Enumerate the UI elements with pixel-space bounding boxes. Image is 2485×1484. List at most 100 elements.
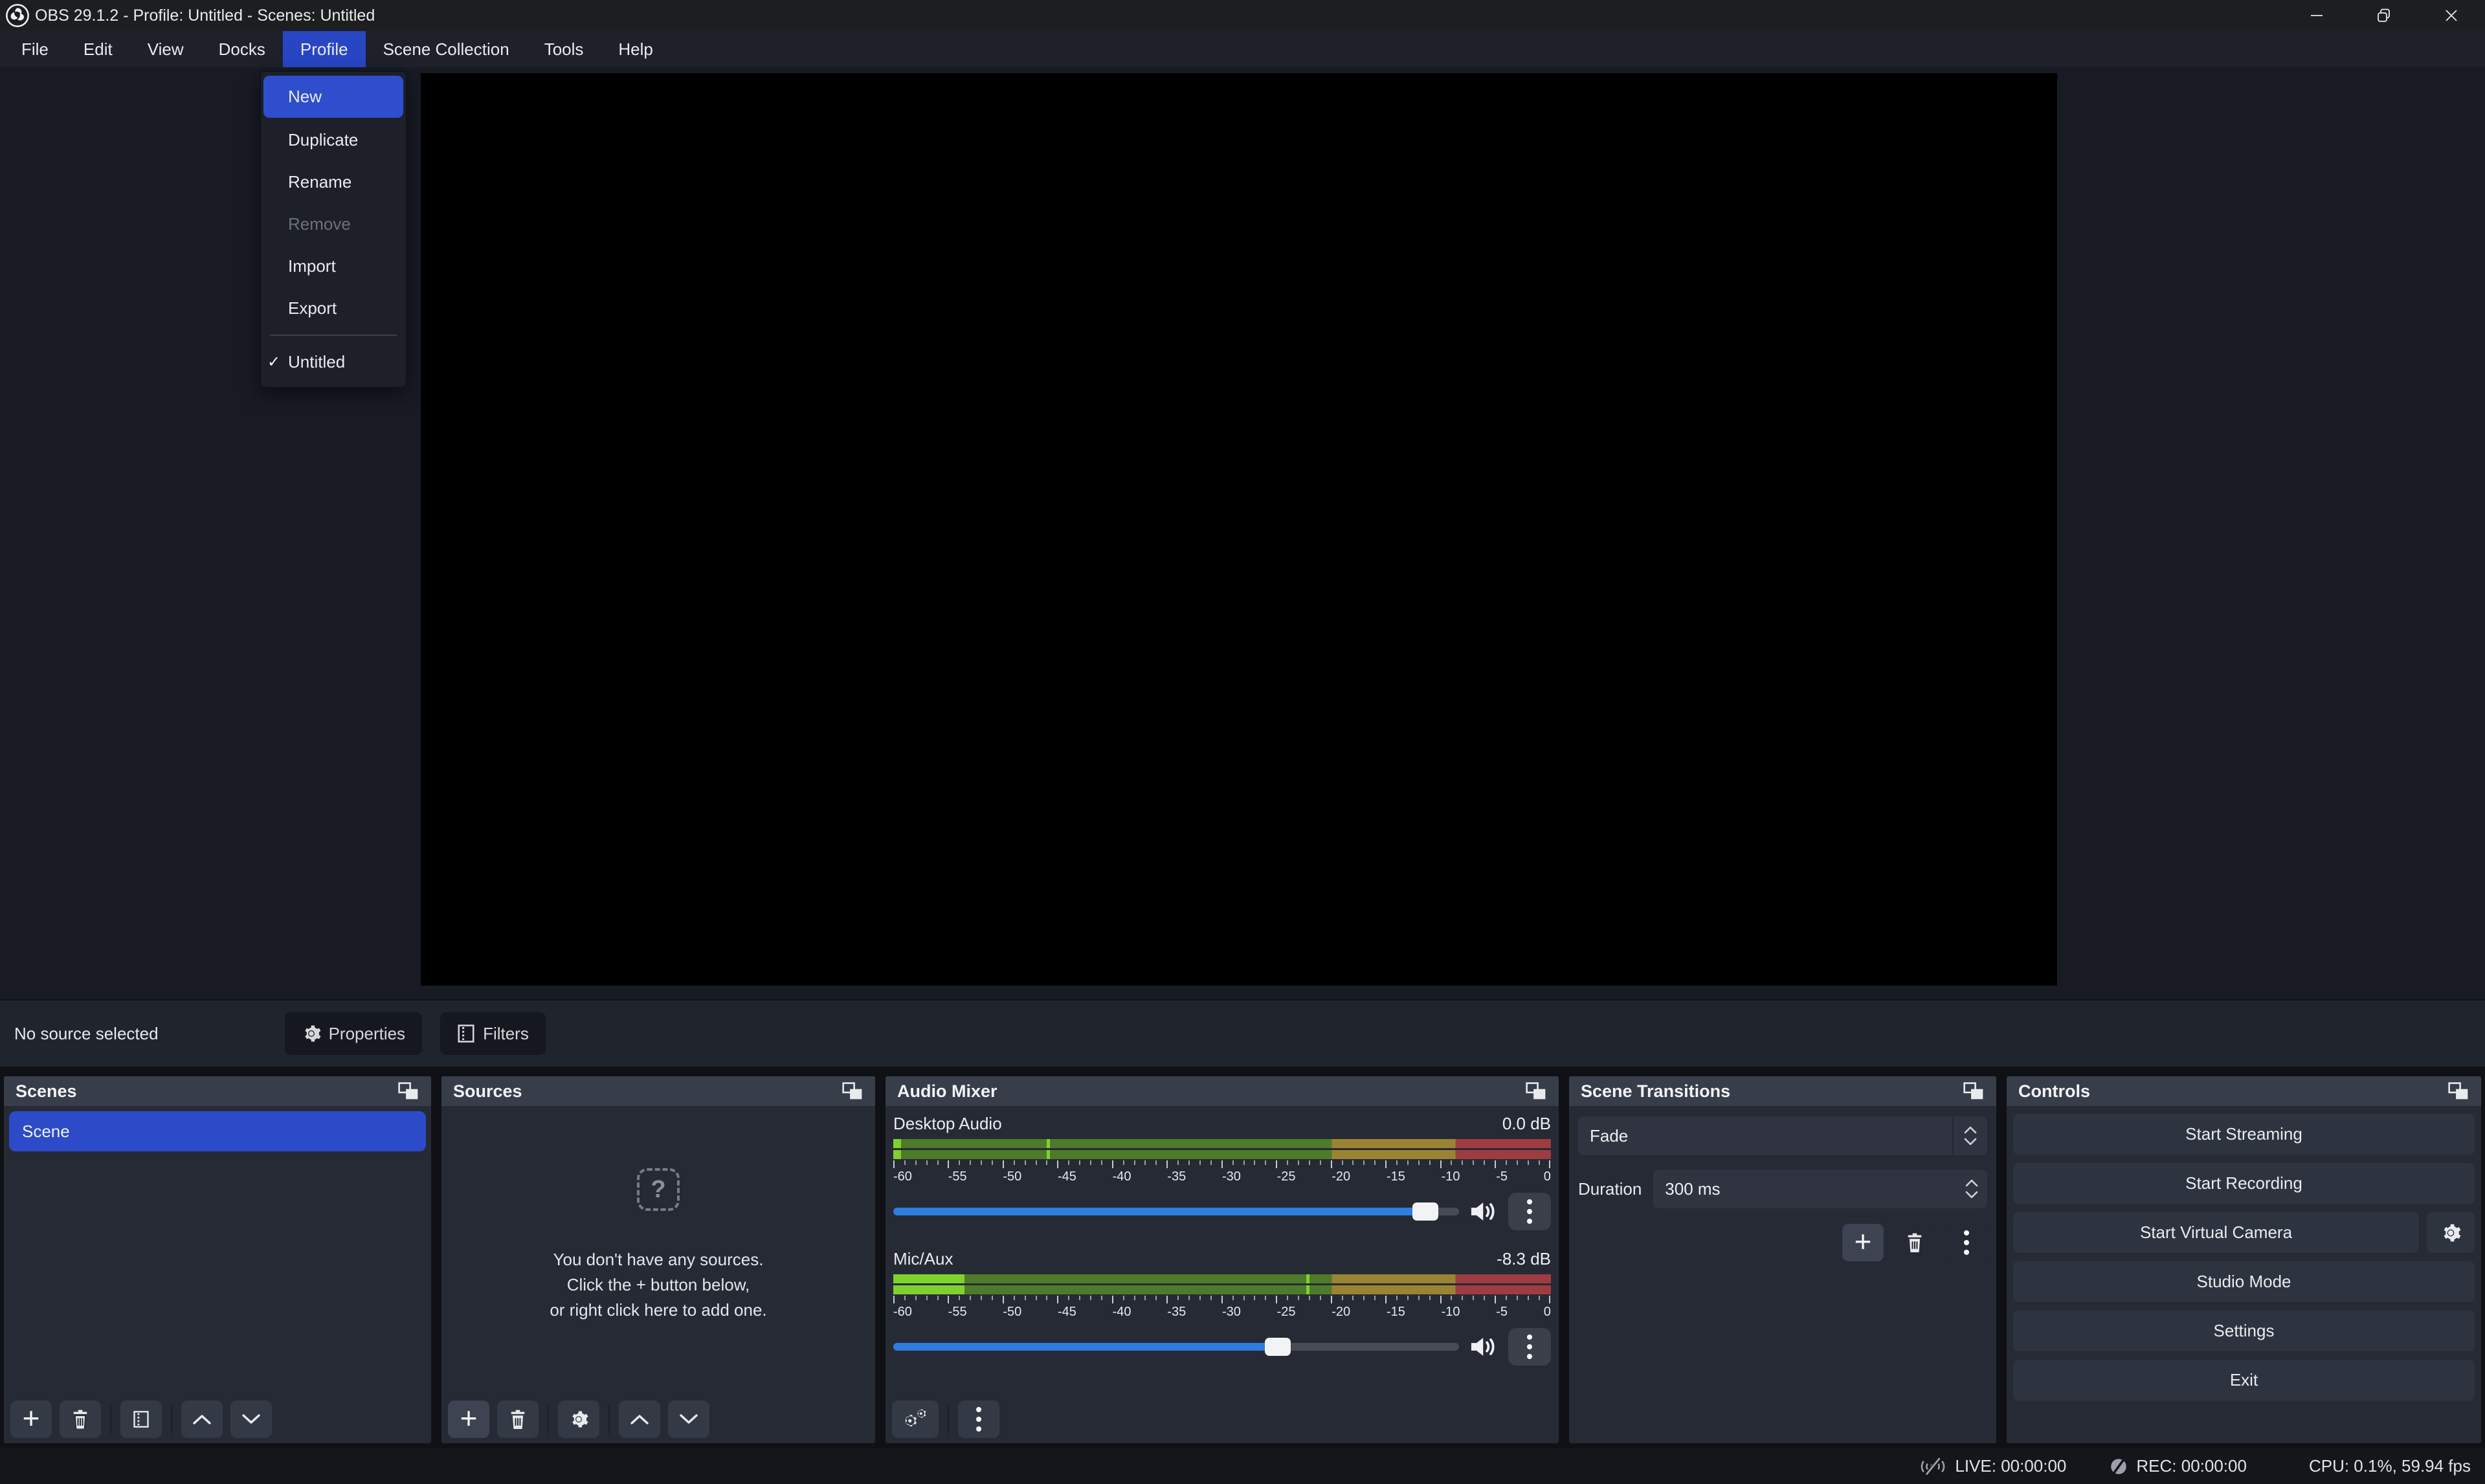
menu-edit[interactable]: Edit (66, 31, 130, 67)
cpu-stats: CPU: 0.1%, 59.94 fps (2309, 1456, 2471, 1476)
popout-icon[interactable] (2447, 1081, 2469, 1101)
advanced-audio-button[interactable] (892, 1401, 939, 1438)
rec-time: REC: 00:00:00 (2136, 1456, 2247, 1476)
filters-button[interactable]: Filters (440, 1012, 546, 1055)
tick-label: -55 (948, 1169, 967, 1184)
duration-spinbox[interactable]: 300 ms (1653, 1169, 1987, 1208)
profile-menu-import[interactable]: Import (261, 245, 406, 287)
kebab-icon (1964, 1230, 1969, 1255)
menu-view[interactable]: View (130, 31, 201, 67)
virtual-camera-config-button[interactable] (2427, 1212, 2475, 1253)
speaker-icon[interactable] (1469, 1334, 1498, 1360)
gear-icon (302, 1024, 321, 1043)
popout-icon[interactable] (397, 1081, 419, 1101)
properties-button[interactable]: Properties (285, 1012, 423, 1055)
tick-label: -25 (1277, 1169, 1296, 1184)
checkmark-icon: ✓ (267, 353, 280, 371)
volume-slider-handle[interactable] (1412, 1202, 1438, 1221)
profile-menu-rename[interactable]: Rename (261, 161, 406, 203)
status-bar: LIVE: 00:00:00 REC: 00:00:00 CPU: 0.1%, … (0, 1448, 2485, 1484)
remove-source-button[interactable] (497, 1401, 539, 1438)
window-controls (2283, 0, 2485, 31)
transition-select[interactable]: Fade (1578, 1116, 1987, 1155)
select-spinner[interactable] (1952, 1116, 1987, 1155)
start-streaming-button[interactable]: Start Streaming (2013, 1114, 2475, 1155)
obs-window: OBS 29.1.2 - Profile: Untitled - Scenes:… (0, 0, 2485, 1484)
popout-icon[interactable] (1963, 1081, 1985, 1101)
start-recording-button[interactable]: Start Recording (2013, 1163, 2475, 1204)
close-button[interactable] (2418, 0, 2485, 31)
menu-scene-collection[interactable]: Scene Collection (366, 31, 527, 67)
remove-scene-button[interactable] (60, 1401, 101, 1438)
scene-filters-button[interactable] (120, 1401, 162, 1438)
exit-button[interactable]: Exit (2013, 1360, 2475, 1401)
profile-menu-untitled-label: Untitled (288, 352, 345, 372)
popout-icon[interactable] (1525, 1081, 1547, 1101)
tick-label: -30 (1222, 1169, 1241, 1184)
scene-list-item[interactable]: Scene (9, 1111, 426, 1151)
volume-slider-handle[interactable] (1265, 1338, 1291, 1356)
meter-ticks (893, 1160, 1551, 1168)
chevron-down-icon (679, 1413, 698, 1425)
sources-panel-header: Sources (441, 1076, 875, 1106)
menu-help[interactable]: Help (601, 31, 670, 67)
add-transition-button[interactable]: + (1842, 1224, 1884, 1261)
speaker-icon[interactable] (1469, 1199, 1498, 1224)
mixer-menu-button[interactable] (958, 1401, 999, 1438)
mixer-channels: Desktop Audio 0.0 dB -60-55-50-45-40-35-… (886, 1106, 1559, 1368)
move-source-up-button[interactable] (619, 1401, 660, 1438)
menu-bar: File Edit View Docks Profile Scene Colle… (0, 31, 2485, 67)
profile-menu-untitled[interactable]: ✓ Untitled (261, 341, 406, 383)
source-properties-button[interactable] (558, 1401, 599, 1438)
gear-icon (2440, 1223, 2461, 1243)
sources-title: Sources (453, 1081, 522, 1102)
channel-db-value: 0.0 dB (1502, 1114, 1551, 1134)
popout-icon[interactable] (841, 1081, 864, 1101)
tick-label: -40 (1113, 1305, 1131, 1320)
add-scene-button[interactable]: + (10, 1401, 52, 1438)
tick-label: -10 (1442, 1169, 1460, 1184)
volume-slider[interactable] (893, 1343, 1459, 1351)
move-source-down-button[interactable] (668, 1401, 709, 1438)
mixer-channel: Mic/Aux -8.3 dB -60-55-50-45-40-35-30-25… (893, 1249, 1551, 1368)
obs-logo-icon (5, 3, 30, 28)
chevron-down-icon (1964, 1138, 1977, 1146)
channel-menu-button[interactable] (1508, 1328, 1551, 1366)
transition-value: Fade (1578, 1126, 1952, 1146)
restore-button[interactable] (2350, 0, 2418, 31)
add-source-button[interactable]: + (448, 1401, 489, 1438)
empty-text-line: Click the + button below, (567, 1272, 750, 1298)
duration-spinner[interactable] (1956, 1179, 1987, 1199)
move-scene-down-button[interactable] (230, 1401, 272, 1438)
chevron-down-icon (241, 1413, 261, 1425)
transition-properties-button[interactable] (1946, 1224, 1987, 1261)
tick-label: -35 (1167, 1169, 1186, 1184)
chevron-down-icon (1965, 1191, 1978, 1199)
start-virtual-camera-button[interactable]: Start Virtual Camera (2013, 1212, 2419, 1253)
tick-label: -5 (1496, 1305, 1508, 1320)
mixer-toolbar (892, 1401, 999, 1438)
chevron-up-icon (1965, 1179, 1978, 1187)
profile-menu-duplicate[interactable]: Duplicate (261, 119, 406, 161)
channel-menu-button[interactable] (1508, 1193, 1551, 1230)
sources-empty-state: ? You don't have any sources. Click the … (441, 1106, 875, 1443)
volume-slider[interactable] (893, 1208, 1459, 1215)
channel-name: Desktop Audio (893, 1114, 1002, 1134)
controls-body: Start Streaming Start Recording Start Vi… (2007, 1106, 2481, 1443)
tick-label: -10 (1442, 1305, 1460, 1320)
move-scene-up-button[interactable] (181, 1401, 223, 1438)
studio-mode-button[interactable]: Studio Mode (2013, 1261, 2475, 1302)
menu-docks[interactable]: Docks (201, 31, 283, 67)
menu-tools[interactable]: Tools (527, 31, 601, 67)
preview-canvas[interactable] (421, 73, 2057, 986)
minimize-button[interactable] (2283, 0, 2350, 31)
audio-mixer-header: Audio Mixer (886, 1076, 1559, 1106)
scene-transitions-panel: Scene Transitions Fade Du (1569, 1076, 1996, 1443)
settings-button[interactable]: Settings (2013, 1311, 2475, 1351)
profile-menu-new[interactable]: New (263, 76, 403, 118)
sources-list[interactable]: ? You don't have any sources. Click the … (441, 1106, 875, 1443)
remove-transition-button[interactable] (1894, 1224, 1935, 1261)
menu-profile[interactable]: Profile (283, 31, 366, 67)
profile-menu-export[interactable]: Export (261, 287, 406, 329)
menu-file[interactable]: File (4, 31, 66, 67)
